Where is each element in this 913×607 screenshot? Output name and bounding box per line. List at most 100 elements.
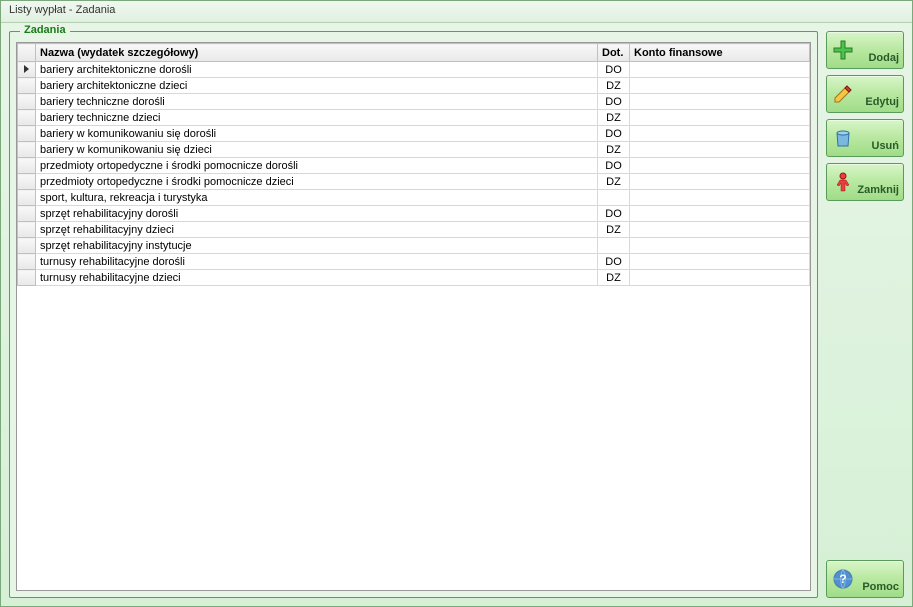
row-selector[interactable] xyxy=(18,110,36,126)
cell-konto xyxy=(630,222,810,238)
cell-konto xyxy=(630,254,810,270)
table-header-row: Nazwa (wydatek szczegółowy) Dot. Konto f… xyxy=(18,44,810,62)
pencil-icon xyxy=(831,82,855,106)
table-row[interactable]: sprzęt rehabilitacyjny instytucje xyxy=(18,238,810,254)
cell-konto xyxy=(630,110,810,126)
header-selector xyxy=(18,44,36,62)
header-konto[interactable]: Konto finansowe xyxy=(630,44,810,62)
table-container: Nazwa (wydatek szczegółowy) Dot. Konto f… xyxy=(16,42,811,591)
cell-nazwa: sprzęt rehabilitacyjny dzieci xyxy=(36,222,598,238)
header-nazwa[interactable]: Nazwa (wydatek szczegółowy) xyxy=(36,44,598,62)
svg-text:?: ? xyxy=(839,572,846,586)
titlebar: Listy wypłat - Zadania xyxy=(1,1,912,23)
cell-konto xyxy=(630,174,810,190)
row-selector[interactable] xyxy=(18,238,36,254)
cell-nazwa: bariery w komunikowaniu się dzieci xyxy=(36,142,598,158)
zadania-group: Zadania Nazwa (wydatek szczegółowy) Dot.… xyxy=(9,31,818,598)
cell-nazwa: przedmioty ortopedyczne i środki pomocni… xyxy=(36,174,598,190)
close-label: Zamknij xyxy=(857,184,899,198)
table-row[interactable]: przedmioty ortopedyczne i środki pomocni… xyxy=(18,174,810,190)
delete-label: Usuń xyxy=(857,140,899,154)
table-row[interactable]: bariery techniczne dorośliDO xyxy=(18,94,810,110)
table-row[interactable]: turnusy rehabilitacyjne dzieciDZ xyxy=(18,270,810,286)
add-button[interactable]: Dodaj xyxy=(826,31,904,69)
cell-dot: DO xyxy=(598,126,630,142)
cell-dot: DO xyxy=(598,158,630,174)
cell-dot: DO xyxy=(598,62,630,78)
cell-nazwa: bariery w komunikowaniu się dorośli xyxy=(36,126,598,142)
edit-label: Edytuj xyxy=(857,96,899,110)
help-icon: ? xyxy=(831,567,855,591)
cell-dot: DO xyxy=(598,94,630,110)
table-row[interactable]: bariery architektoniczne dzieciDZ xyxy=(18,78,810,94)
cell-nazwa: turnusy rehabilitacyjne dzieci xyxy=(36,270,598,286)
window-title: Listy wypłat - Zadania xyxy=(9,4,115,16)
row-selector[interactable] xyxy=(18,206,36,222)
row-selector[interactable] xyxy=(18,142,36,158)
row-selector[interactable] xyxy=(18,270,36,286)
cell-nazwa: bariery techniczne dorośli xyxy=(36,94,598,110)
cell-konto xyxy=(630,190,810,206)
delete-button[interactable]: Usuń xyxy=(826,119,904,157)
cell-dot: DO xyxy=(598,254,630,270)
edit-button[interactable]: Edytuj xyxy=(826,75,904,113)
cell-konto xyxy=(630,142,810,158)
cell-dot: DZ xyxy=(598,78,630,94)
sidebar: Dodaj Edytuj Usuń xyxy=(826,31,904,598)
plus-icon xyxy=(831,38,855,62)
cell-nazwa: bariery architektoniczne dzieci xyxy=(36,78,598,94)
cell-konto xyxy=(630,270,810,286)
cell-nazwa: turnusy rehabilitacyjne dorośli xyxy=(36,254,598,270)
row-selector[interactable] xyxy=(18,94,36,110)
cell-nazwa: przedmioty ortopedyczne i środki pomocni… xyxy=(36,158,598,174)
cell-konto xyxy=(630,206,810,222)
cell-nazwa: sprzęt rehabilitacyjny instytucje xyxy=(36,238,598,254)
row-selector[interactable] xyxy=(18,222,36,238)
row-selector[interactable] xyxy=(18,190,36,206)
cell-dot xyxy=(598,190,630,206)
row-selector[interactable] xyxy=(18,62,36,78)
table-row[interactable]: bariery techniczne dzieciDZ xyxy=(18,110,810,126)
cell-konto xyxy=(630,94,810,110)
cell-konto xyxy=(630,126,810,142)
header-dot[interactable]: Dot. xyxy=(598,44,630,62)
cell-nazwa: bariery architektoniczne dorośli xyxy=(36,62,598,78)
zadania-table[interactable]: Nazwa (wydatek szczegółowy) Dot. Konto f… xyxy=(17,43,810,286)
close-button[interactable]: Zamknij xyxy=(826,163,904,201)
table-row[interactable]: bariery architektoniczne dorośliDO xyxy=(18,62,810,78)
table-row[interactable]: sport, kultura, rekreacja i turystyka xyxy=(18,190,810,206)
table-row[interactable]: turnusy rehabilitacyjne dorośliDO xyxy=(18,254,810,270)
trash-icon xyxy=(831,126,855,150)
cell-konto xyxy=(630,158,810,174)
person-exit-icon xyxy=(831,170,855,194)
cell-dot: DZ xyxy=(598,110,630,126)
cell-nazwa: sprzęt rehabilitacyjny dorośli xyxy=(36,206,598,222)
help-label: Pomoc xyxy=(857,581,899,595)
group-title: Zadania xyxy=(20,24,70,36)
cell-konto xyxy=(630,78,810,94)
cell-dot: DZ xyxy=(598,174,630,190)
cell-konto xyxy=(630,238,810,254)
row-selector[interactable] xyxy=(18,158,36,174)
main-panel: Zadania Nazwa (wydatek szczegółowy) Dot.… xyxy=(9,31,818,598)
table-row[interactable]: sprzęt rehabilitacyjny dzieciDZ xyxy=(18,222,810,238)
row-selector[interactable] xyxy=(18,254,36,270)
add-label: Dodaj xyxy=(857,52,899,66)
row-selector[interactable] xyxy=(18,126,36,142)
row-selector[interactable] xyxy=(18,174,36,190)
table-row[interactable]: bariery w komunikowaniu się dorośliDO xyxy=(18,126,810,142)
cell-konto xyxy=(630,62,810,78)
cell-dot: DZ xyxy=(598,142,630,158)
table-row[interactable]: bariery w komunikowaniu się dzieciDZ xyxy=(18,142,810,158)
cell-dot xyxy=(598,238,630,254)
cell-nazwa: bariery techniczne dzieci xyxy=(36,110,598,126)
current-row-pointer-icon xyxy=(24,65,29,73)
table-row[interactable]: sprzęt rehabilitacyjny dorośliDO xyxy=(18,206,810,222)
cell-dot: DZ xyxy=(598,222,630,238)
content: Zadania Nazwa (wydatek szczegółowy) Dot.… xyxy=(1,23,912,606)
row-selector[interactable] xyxy=(18,78,36,94)
window: Listy wypłat - Zadania Zadania Nazwa (wy… xyxy=(0,0,913,607)
table-row[interactable]: przedmioty ortopedyczne i środki pomocni… xyxy=(18,158,810,174)
help-button[interactable]: ? Pomoc xyxy=(826,560,904,598)
cell-nazwa: sport, kultura, rekreacja i turystyka xyxy=(36,190,598,206)
